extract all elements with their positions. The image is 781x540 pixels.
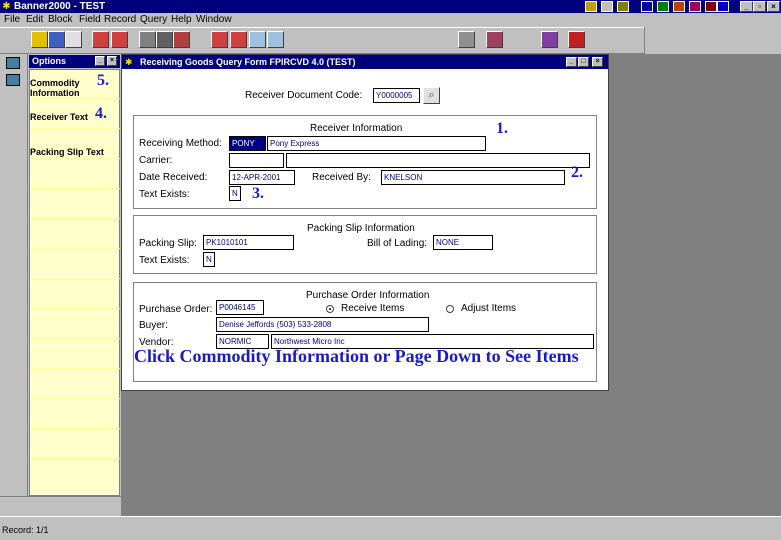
carrier-label: Carrier: — [139, 155, 173, 166]
options-icon[interactable] — [486, 31, 503, 48]
options-title: Options — [32, 56, 66, 66]
minimize-icon[interactable]: _ — [740, 1, 753, 12]
options-minimize-icon[interactable]: _ — [95, 56, 105, 66]
save-icon[interactable] — [31, 31, 48, 48]
menu-help[interactable]: Help — [171, 14, 192, 26]
purchase-order-label: Purchase Order: — [139, 304, 213, 315]
menu-bar: File Edit Block Field Record Query Help … — [0, 13, 781, 27]
form-minimize-icon[interactable]: _ — [566, 57, 577, 67]
powerpoint-icon[interactable] — [673, 1, 685, 12]
access-icon[interactable] — [689, 1, 701, 12]
receiver-doc-code-label: Receiver Document Code: — [245, 90, 363, 101]
step-marker-1: 1. — [496, 120, 508, 137]
option-commodity-information[interactable]: Commodity Information — [30, 78, 92, 98]
received-by-field[interactable]: KNELSON — [381, 170, 565, 185]
options-list: Commodity Information Receiver Text Pack… — [29, 69, 120, 496]
form-title-bar: Receiving Goods Query Form FPIRCVD 4.0 (… — [122, 55, 608, 69]
grid-icon[interactable] — [6, 74, 20, 86]
insert-record-icon[interactable] — [139, 31, 156, 48]
option-receiver-text[interactable]: Receiver Text — [30, 112, 92, 122]
receiving-method-label: Receiving Method: — [139, 138, 222, 149]
toolbar-end — [644, 27, 781, 54]
tray-folder-icon[interactable] — [617, 1, 629, 12]
remove-record-icon[interactable] — [156, 31, 173, 48]
menu-record[interactable]: Record — [104, 14, 136, 26]
enter-query-icon[interactable] — [211, 31, 228, 48]
menu-query[interactable]: Query — [140, 14, 167, 26]
rollback-icon[interactable] — [48, 31, 65, 48]
banner-app-icon: ✱ — [2, 1, 11, 12]
previous-block-icon[interactable] — [92, 31, 109, 48]
close-icon[interactable]: × — [767, 1, 780, 12]
help-book-icon[interactable] — [541, 31, 558, 48]
step-marker-3: 3. — [252, 185, 264, 202]
bill-of-lading-label: Bill of Lading: — [367, 238, 428, 249]
toolbar-tray-icon[interactable] — [585, 1, 597, 12]
options-close-icon[interactable]: × — [107, 56, 117, 66]
app-title: Banner2000 - TEST — [14, 1, 106, 12]
left-bottom-panel — [0, 496, 121, 516]
record-status: Record: 1/1 — [2, 525, 49, 535]
packing-slip-heading: Packing Slip Information — [307, 223, 415, 234]
step-marker-2: 2. — [571, 164, 583, 181]
excel-icon[interactable] — [657, 1, 669, 12]
receiving-method-desc-field[interactable]: Pony Express — [267, 136, 486, 151]
adjust-items-radio[interactable] — [446, 305, 454, 313]
step-marker-5: 5. — [97, 72, 109, 89]
count-query-icon[interactable] — [267, 31, 284, 48]
exit-icon[interactable] — [568, 31, 585, 48]
adjust-items-label[interactable]: Adjust Items — [461, 303, 516, 315]
receiver-info-heading: Receiver Information — [310, 123, 403, 134]
slip-text-exists-label: Text Exists: — [139, 255, 190, 266]
select-icon[interactable] — [65, 31, 82, 48]
bill-of-lading-field[interactable]: NONE — [433, 235, 493, 250]
receiver-doc-code-field[interactable]: Y0000005 — [373, 88, 420, 103]
date-received-label: Date Received: — [139, 172, 208, 183]
step-marker-4: 4. — [95, 105, 107, 122]
form-close-icon[interactable]: × — [592, 57, 603, 67]
restore-icon[interactable]: ▫ — [753, 1, 766, 12]
receiving-method-code-field[interactable]: PONY — [229, 136, 266, 151]
menu-block[interactable]: Block — [48, 14, 72, 26]
date-received-field[interactable]: 12-APR-2001 — [229, 170, 295, 185]
tray-window-icon[interactable] — [601, 1, 613, 12]
print-icon[interactable] — [458, 31, 475, 48]
execute-query-icon[interactable] — [230, 31, 247, 48]
office-icon[interactable] — [705, 1, 717, 12]
text-exists-label: Text Exists: — [139, 189, 190, 200]
carrier-desc-field[interactable] — [286, 153, 590, 168]
text-exists-field[interactable]: N — [229, 186, 241, 201]
cancel-query-icon[interactable] — [249, 31, 266, 48]
menu-file[interactable]: File — [4, 14, 20, 26]
received-by-label: Received By: — [312, 172, 371, 183]
outlook-icon[interactable] — [717, 1, 729, 12]
instruction-text: Click Commodity Information or Page Down… — [134, 346, 579, 366]
purchase-order-field[interactable]: P0046145 — [216, 300, 264, 315]
buyer-label: Buyer: — [139, 320, 168, 331]
word-icon[interactable] — [641, 1, 653, 12]
form-maximize-icon[interactable]: □ — [578, 57, 589, 67]
left-icon-strip — [0, 54, 28, 516]
receive-items-radio[interactable] — [326, 305, 334, 313]
menu-field[interactable]: Field — [79, 14, 101, 26]
buyer-field[interactable]: Denise Jeffords (503) 533-2808 — [216, 317, 429, 332]
menu-edit[interactable]: Edit — [26, 14, 43, 26]
carrier-code-field[interactable] — [229, 153, 284, 168]
next-block-icon[interactable] — [111, 31, 128, 48]
form-title: Receiving Goods Query Form FPIRCVD 4.0 (… — [140, 57, 356, 67]
option-packing-slip-text[interactable]: Packing Slip Text — [30, 147, 120, 157]
packing-slip-label: Packing Slip: — [139, 238, 197, 249]
status-bar — [0, 516, 781, 540]
purchase-order-heading: Purchase Order Information — [306, 290, 430, 301]
form-icon: ✱ — [125, 57, 133, 67]
search-icon[interactable]: ⌕ — [423, 87, 440, 104]
calendar-icon[interactable] — [6, 57, 20, 69]
slip-text-exists-field[interactable]: N — [203, 252, 215, 267]
receive-items-label[interactable]: Receive Items — [341, 303, 404, 315]
clear-record-icon[interactable] — [173, 31, 190, 48]
menu-window[interactable]: Window — [196, 14, 232, 26]
packing-slip-field[interactable]: PK1010101 — [203, 235, 294, 250]
